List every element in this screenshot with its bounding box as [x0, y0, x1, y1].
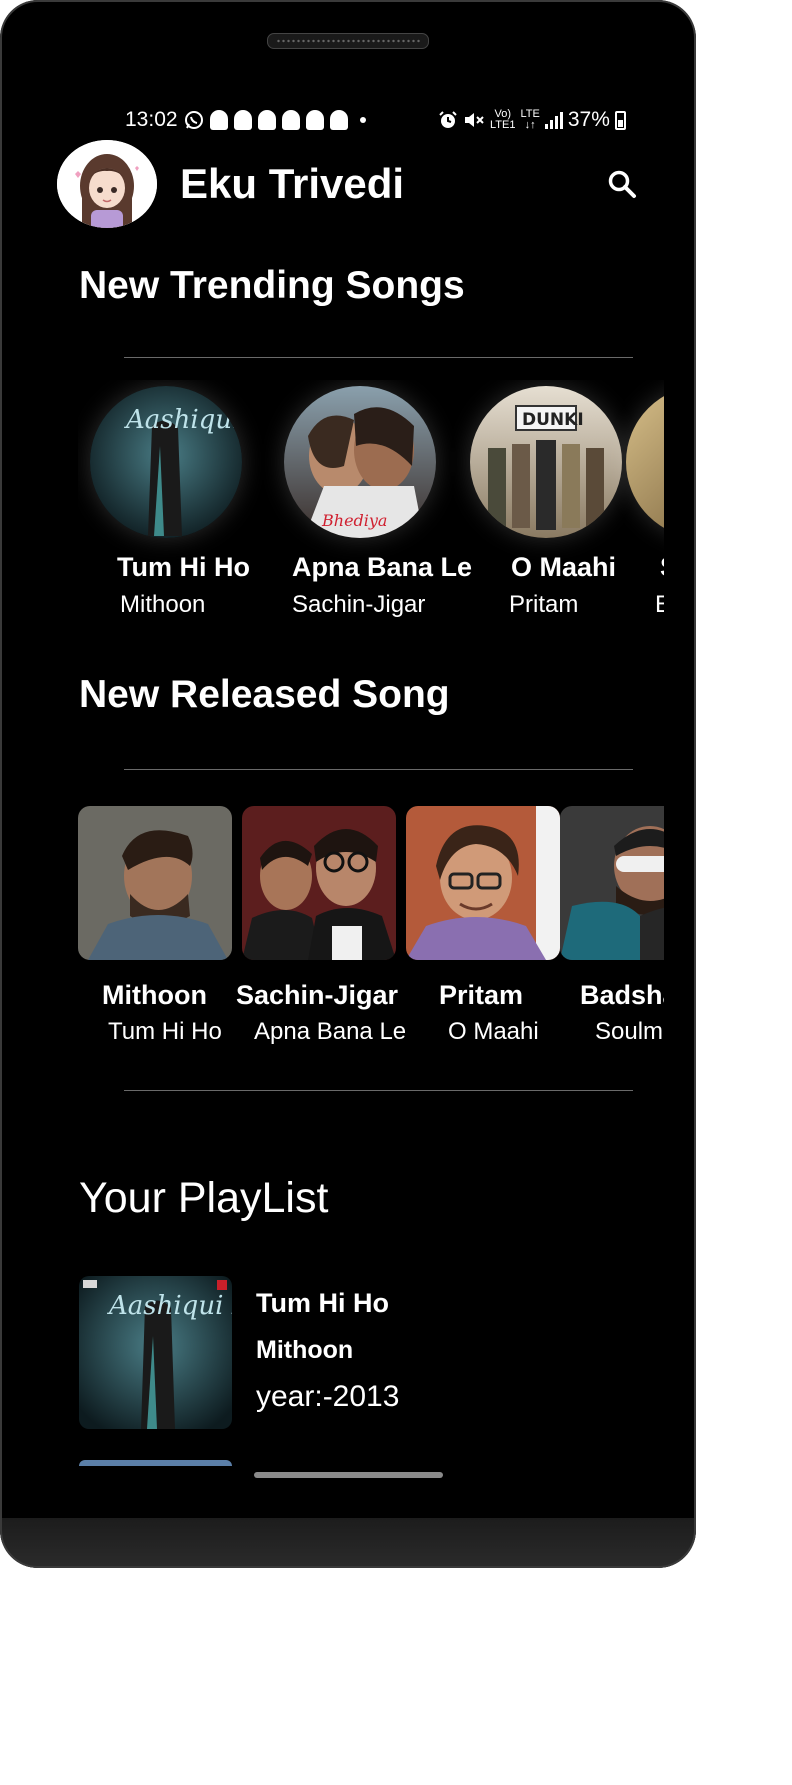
released-song: O Maahi — [448, 1018, 539, 1045]
released-artist[interactable]: Badsha — [580, 980, 664, 1011]
released-artist[interactable]: Sachin-Jigar — [236, 980, 398, 1011]
trending-divider — [124, 357, 633, 358]
trending-cover-apna-bana-le[interactable]: Bhediya — [284, 386, 436, 538]
playlist-year: year:-2013 — [256, 1380, 400, 1413]
trending-artist: Pritam — [509, 591, 579, 618]
dot-icon — [359, 117, 366, 123]
cover-text: DUNKI — [522, 410, 584, 430]
status-bar-left: 13:02 — [125, 106, 366, 134]
released-artist[interactable]: Pritam — [439, 980, 523, 1011]
mute-icon — [465, 113, 484, 127]
playlist-cover[interactable]: Aashiqui 2 — [79, 1276, 232, 1429]
released-song: Apna Bana Le — [254, 1018, 407, 1045]
cover-text: Bhediya — [321, 511, 387, 530]
released-cover-partial[interactable] — [560, 806, 664, 960]
snapchat-icon — [257, 110, 276, 130]
trending-artist: Mithoon — [120, 591, 206, 618]
volte-icon: Vo) LTE1 — [490, 109, 515, 131]
playlist-artist: Mithoon — [256, 1336, 354, 1364]
cover-text: Aashiqui 2 — [124, 405, 242, 435]
playlist-next-item-peek[interactable] — [79, 1460, 232, 1466]
cover-text: Aashiqui 2 — [107, 1291, 232, 1321]
home-indicator[interactable] — [254, 1472, 443, 1478]
user-name: Eku Trivedi — [180, 160, 405, 207]
snapchat-icon — [209, 110, 228, 130]
search-button[interactable] — [604, 166, 640, 202]
released-cover-mithoon[interactable] — [78, 806, 232, 960]
trending-cover-partial[interactable] — [626, 386, 664, 538]
released-song: Tum Hi Ho — [108, 1018, 222, 1045]
released-cover-pritam[interactable] — [406, 806, 560, 960]
released-song: Soulm — [595, 1018, 664, 1045]
status-bar-right: Vo) LTE1 LTE ↓↑ 37% — [438, 106, 626, 134]
trending-title[interactable]: Apna Bana Le — [292, 552, 472, 583]
trending-carousel[interactable]: Aashiqui 2 Tum Hi Ho Mithoon Bhediya Apn… — [78, 380, 664, 630]
avatar[interactable] — [57, 140, 157, 228]
trending-artist: E — [655, 591, 664, 618]
snapchat-icon — [305, 110, 324, 130]
released-divider — [124, 769, 633, 770]
trending-cover-o-maahi[interactable]: DUNKI — [470, 386, 622, 538]
search-icon — [608, 170, 636, 198]
trending-title[interactable]: Tum Hi Ho — [117, 552, 250, 583]
snapchat-icon — [329, 110, 348, 130]
trending-title[interactable]: S — [660, 552, 664, 583]
released-section-title: New Released Song — [79, 673, 450, 716]
released-carousel[interactable]: Mithoon Tum Hi Ho Sachin-Jigar Apna Bana… — [78, 800, 664, 1050]
released-artist[interactable]: Mithoon — [102, 980, 207, 1011]
snapchat-icon — [281, 110, 300, 130]
playlist-song-title[interactable]: Tum Hi Ho — [256, 1288, 389, 1319]
released-cover-sachin-jigar[interactable] — [242, 806, 396, 960]
trending-title[interactable]: O Maahi — [511, 552, 616, 583]
bottom-bezel — [0, 1518, 696, 1568]
snapchat-icon — [233, 110, 252, 130]
trending-section-title: New Trending Songs — [79, 264, 465, 307]
battery-icon — [614, 110, 626, 130]
earpiece-speaker — [267, 33, 429, 49]
phone-screen: 13:02 Vo) LTE1 LTE ↓↑ 37% Eku Trivedi Ne… — [0, 0, 696, 1568]
playlist-divider — [124, 1090, 633, 1091]
playlist-section-title: Your PlayList — [79, 1174, 329, 1222]
battery-percent: 37% — [567, 108, 610, 131]
trending-cover-tum-hi-ho[interactable]: Aashiqui 2 — [90, 386, 242, 538]
trending-artist: Sachin-Jigar — [292, 591, 426, 618]
volte-bottom-label: LTE1 — [490, 119, 516, 131]
whatsapp-icon — [184, 111, 203, 129]
alarm-icon — [439, 111, 457, 128]
clock: 13:02 — [125, 108, 178, 131]
lte-icon: LTE ↓↑ — [520, 108, 540, 131]
signal-icon — [544, 111, 563, 129]
